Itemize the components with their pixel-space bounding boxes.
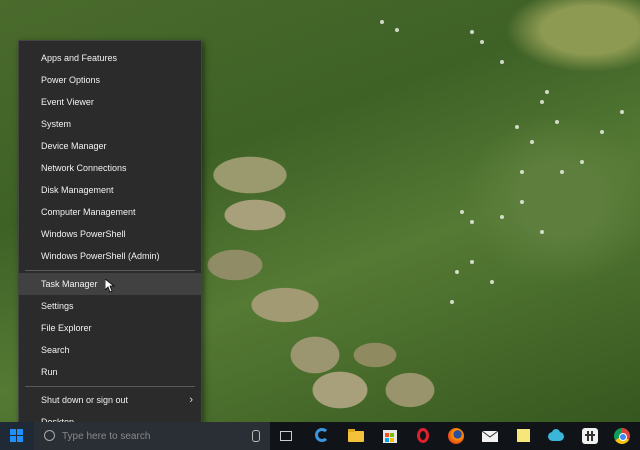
sticky-notes-icon[interactable] bbox=[514, 426, 534, 446]
taskbar: Type here to search bbox=[0, 422, 640, 450]
menu-item-file-explorer[interactable]: File Explorer bbox=[19, 317, 201, 339]
menu-item-device-manager[interactable]: Device Manager bbox=[19, 135, 201, 157]
edge-icon[interactable] bbox=[312, 426, 332, 446]
menu-item-windows-powershell[interactable]: Windows PowerShell bbox=[19, 223, 201, 245]
mail-icon[interactable] bbox=[480, 426, 500, 446]
menu-item-label: Shut down or sign out bbox=[41, 395, 129, 405]
menu-separator bbox=[25, 386, 195, 387]
menu-item-network-connections[interactable]: Network Connections bbox=[19, 157, 201, 179]
microphone-icon[interactable] bbox=[252, 430, 260, 442]
menu-item-system[interactable]: System bbox=[19, 113, 201, 135]
menu-item-shut-down-or-sign-out[interactable]: Shut down or sign out › bbox=[19, 389, 201, 411]
menu-item-power-options[interactable]: Power Options bbox=[19, 69, 201, 91]
chrome-icon[interactable] bbox=[612, 426, 632, 446]
cloud-icon[interactable] bbox=[546, 426, 566, 446]
power-user-menu: Apps and Features Power Options Event Vi… bbox=[18, 40, 202, 436]
start-button[interactable] bbox=[0, 422, 34, 450]
search-placeholder: Type here to search bbox=[62, 431, 151, 442]
cortana-icon bbox=[44, 430, 55, 441]
chevron-right-icon: › bbox=[189, 394, 193, 406]
taskbar-search-box[interactable]: Type here to search bbox=[34, 422, 270, 450]
store-icon[interactable] bbox=[380, 426, 400, 446]
menu-item-apps-and-features[interactable]: Apps and Features bbox=[19, 47, 201, 69]
windows-logo-icon bbox=[10, 429, 23, 442]
slack-icon[interactable] bbox=[580, 426, 600, 446]
opera-icon[interactable] bbox=[414, 426, 434, 446]
menu-item-settings[interactable]: Settings bbox=[19, 295, 201, 317]
firefox-icon[interactable] bbox=[446, 426, 466, 446]
menu-item-disk-management[interactable]: Disk Management bbox=[19, 179, 201, 201]
menu-item-search[interactable]: Search bbox=[19, 339, 201, 361]
menu-item-computer-management[interactable]: Computer Management bbox=[19, 201, 201, 223]
menu-item-run[interactable]: Run bbox=[19, 361, 201, 383]
mouse-pointer-icon bbox=[105, 279, 115, 293]
menu-separator bbox=[25, 270, 195, 271]
task-view-icon[interactable] bbox=[276, 426, 296, 446]
menu-item-event-viewer[interactable]: Event Viewer bbox=[19, 91, 201, 113]
file-explorer-icon[interactable] bbox=[346, 426, 366, 446]
menu-item-windows-powershell-admin[interactable]: Windows PowerShell (Admin) bbox=[19, 245, 201, 267]
